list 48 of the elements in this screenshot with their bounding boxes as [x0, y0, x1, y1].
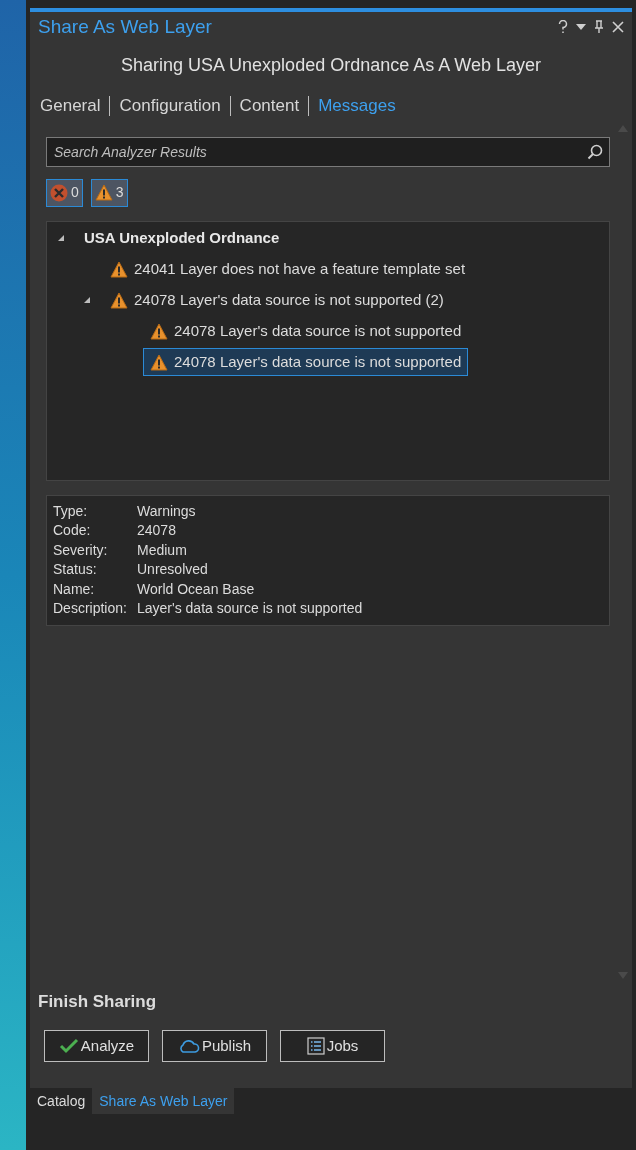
tree-item[interactable]: 24078 Layer's data source is not supported (2)	[103, 285, 451, 315]
warning-icon	[110, 291, 128, 309]
detail-value: 24078	[137, 521, 176, 540]
help-icon[interactable]	[558, 20, 568, 34]
expanded-caret-icon[interactable]	[83, 296, 91, 304]
detail-value: Unresolved	[137, 560, 208, 579]
expanded-caret-icon[interactable]	[57, 234, 65, 242]
pane-tab[interactable]: Share As Web Layer	[92, 1088, 235, 1114]
tree-item[interactable]: 24078 Layer's data source is not supported	[143, 347, 469, 377]
tab[interactable]: General	[40, 93, 101, 119]
warning-icon	[150, 322, 168, 340]
detail-label: Description:	[53, 599, 128, 618]
tab[interactable]: Content	[239, 93, 300, 119]
cloud-icon	[177, 1039, 200, 1053]
tree-group-item[interactable]: USA Unexploded Ordnance	[77, 223, 287, 253]
detail-value: Warnings	[137, 501, 196, 521]
detail-label: Severity:	[53, 540, 109, 560]
pane-tab[interactable]: Catalog	[30, 1088, 93, 1114]
tab[interactable]: Configuration	[119, 93, 221, 119]
tree-item[interactable]: 24041 Layer does not have a feature template set	[103, 254, 473, 284]
detail-label: Name:	[53, 579, 96, 599]
publish-button[interactable]: Publish	[162, 1030, 267, 1062]
section-heading: Finish Sharing	[38, 991, 157, 1011]
detail-value: Medium	[137, 540, 187, 560]
analyze-button[interactable]: Analyze	[44, 1030, 149, 1062]
pin-icon[interactable]	[594, 20, 604, 34]
close-icon[interactable]	[612, 21, 624, 33]
detail-label: Type:	[53, 501, 89, 521]
warning-icon	[150, 353, 168, 371]
search-field[interactable]: Search Analyzer Results	[46, 136, 610, 167]
pane-heading: Sharing USA Unexploded Ordnance As A Web Layer	[121, 54, 541, 77]
detail-label: Status:	[53, 560, 98, 579]
tree-item[interactable]: 24078 Layer's data source is not supported	[143, 316, 469, 346]
detail-value: Layer's data source is not supported	[137, 599, 363, 618]
pane-title: Share As Web Layer	[38, 14, 212, 39]
checkmark-icon	[58, 1038, 79, 1054]
list-icon	[306, 1037, 325, 1055]
tab[interactable]: Messages	[318, 93, 396, 119]
warnings-filter-toggle[interactable]: 3	[90, 178, 128, 207]
detail-label: Code:	[53, 521, 92, 540]
detail-value: World Ocean Base	[137, 579, 255, 599]
warning-icon	[110, 260, 128, 278]
errors-filter-toggle[interactable]: 0	[46, 178, 83, 207]
error-icon	[50, 183, 68, 202]
search-icon[interactable]	[587, 143, 603, 160]
warning-icon	[94, 184, 113, 201]
jobs-button[interactable]: Jobs	[280, 1030, 385, 1062]
dropdown-arrow-icon[interactable]	[576, 24, 586, 30]
